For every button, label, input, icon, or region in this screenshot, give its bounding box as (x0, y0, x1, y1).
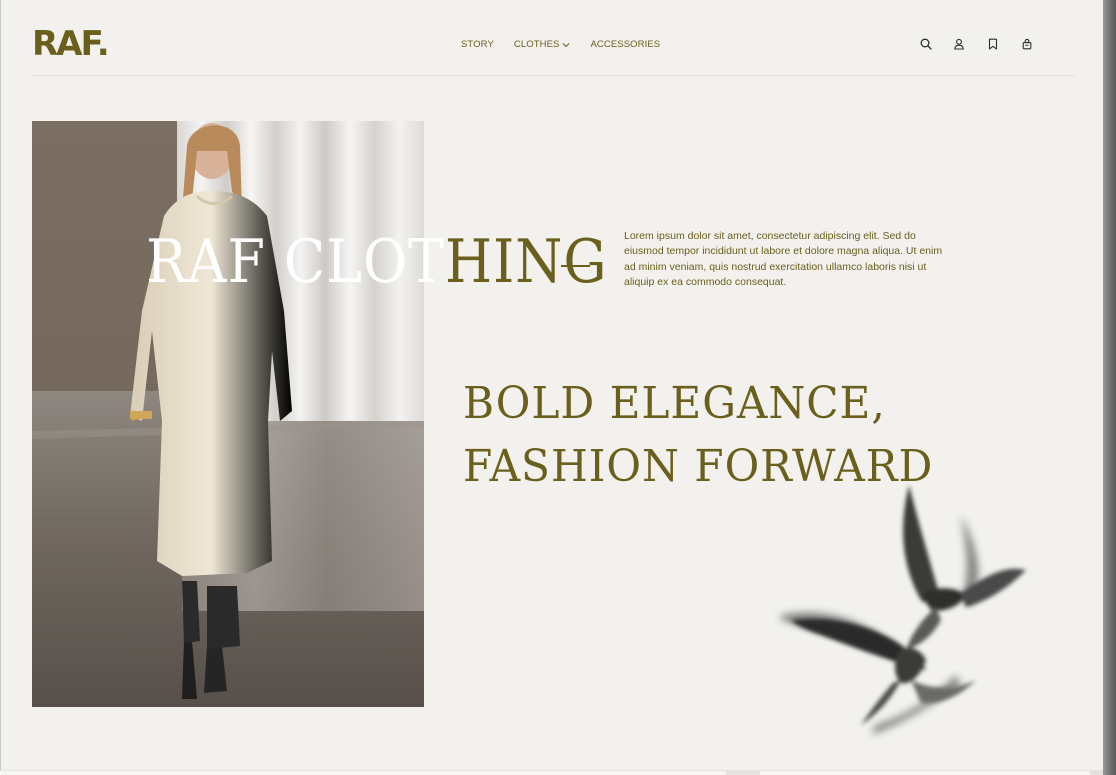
tagline-line-1: BOLD ELEGANCE, (463, 378, 886, 429)
hero-model-photo (32, 121, 424, 707)
flying-birds-image (761, 475, 1041, 745)
nav-story-label: STORY (461, 39, 494, 50)
chevron-down-icon (563, 43, 570, 48)
title-dash (561, 265, 590, 267)
search-icon (920, 38, 932, 50)
bookmark-icon (988, 38, 998, 50)
bottom-edge (0, 770, 1103, 775)
hero-description: Lorem ipsum dolor sit amet, consectetur … (624, 230, 943, 289)
nav-clothes-label: CLOTHES (513, 39, 560, 50)
user-icon (954, 38, 964, 50)
nav-accessories-label: ACCESSORIES (590, 39, 661, 50)
nav-story-link[interactable]: STORY (461, 38, 494, 52)
bottom-edge-segment (0, 771, 726, 775)
wishlist-button[interactable] (986, 37, 1000, 51)
scrollbar[interactable] (1103, 0, 1116, 775)
hero-title-white-part: RAF CLOT (146, 227, 445, 297)
account-button[interactable] (952, 37, 966, 51)
hero-title: RAF CLOTHING (146, 222, 607, 302)
search-button[interactable] (919, 37, 933, 51)
site-header: RAF. STORY CLOTHES ACCESSORIES (32, 0, 1075, 76)
brand-logo[interactable]: RAF. (32, 24, 110, 64)
bag-icon (1022, 38, 1032, 50)
cart-button[interactable] (1020, 37, 1034, 51)
page: RAF. STORY CLOTHES ACCESSORIES RAF CLOTH… (0, 0, 1104, 770)
hero-title-olive-part: HING (444, 227, 608, 297)
nav-accessories-link[interactable]: ACCESSORIES (590, 38, 660, 52)
nav-clothes-link[interactable]: CLOTHES (514, 38, 571, 52)
bottom-edge-segment (760, 771, 1090, 775)
main-nav: STORY CLOTHES ACCESSORIES (461, 38, 660, 52)
